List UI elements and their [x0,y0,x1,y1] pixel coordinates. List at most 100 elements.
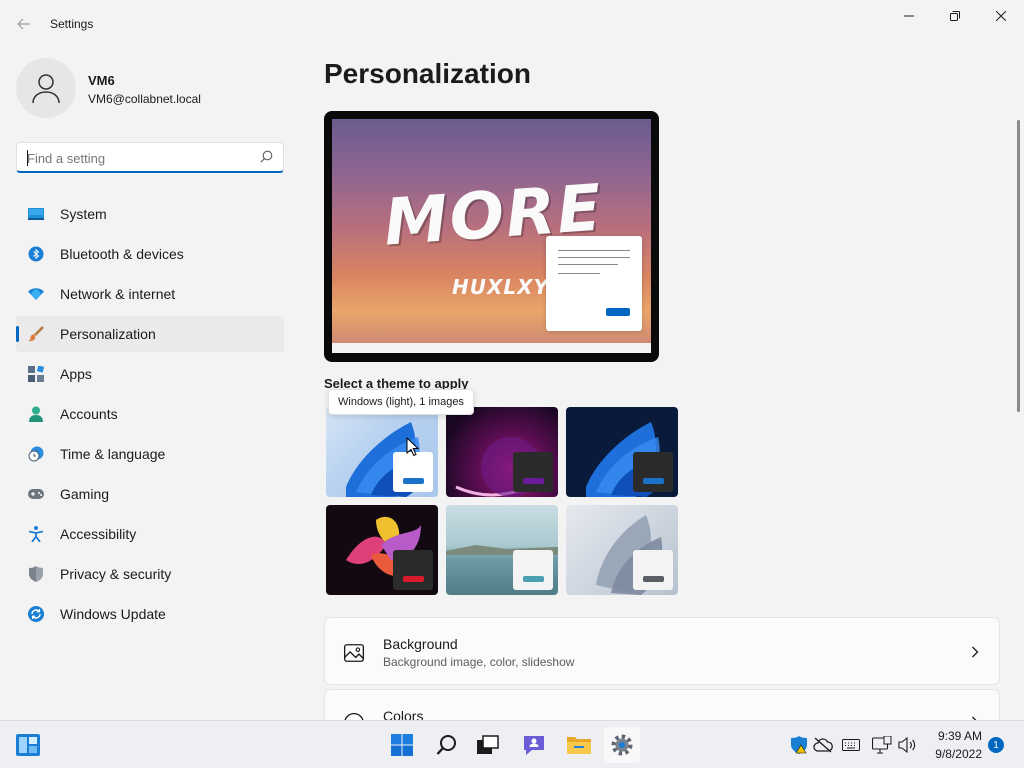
brush-icon [28,326,44,342]
theme-swatch [393,550,433,590]
clock-globe-icon [28,446,44,462]
app-title: Settings [50,17,94,31]
keyboard-tray-icon[interactable] [841,735,861,755]
sidebar-item-time-language[interactable]: Time & language [16,436,284,472]
start-button[interactable] [384,727,420,763]
preview-accent-button [606,308,630,316]
sidebar-item-accounts[interactable]: Accounts [16,396,284,432]
display-icon [872,736,892,754]
close-icon [996,11,1006,21]
network-tray-icon[interactable] [813,735,833,755]
bluetooth-icon [28,246,44,262]
sidebar-item-label: Apps [60,366,92,382]
clock-time[interactable]: 9:39 AM [920,729,982,743]
sidebar-item-label: Network & internet [60,286,176,302]
background-setting-card[interactable]: Background Background image, color, slid… [324,617,1000,685]
windows-logo-icon [391,734,413,756]
monitor-icon [28,206,44,222]
sidebar-item-label: Time & language [60,446,166,462]
chat-icon [524,736,544,755]
sidebar-item-personalization[interactable]: Personalization [16,316,284,352]
minimize-button[interactable] [886,0,932,32]
search-input[interactable] [27,149,253,167]
search-icon [436,735,456,755]
theme-tile-glow[interactable] [446,407,558,497]
widgets-icon [16,734,40,756]
scrollbar-thumb[interactable] [1017,120,1020,412]
security-tray-icon[interactable] [789,735,809,755]
sidebar-nav: System Bluetooth & devices Network & int… [16,196,284,636]
search-taskbar-button[interactable] [429,727,465,763]
apps-icon [28,366,44,382]
palette-icon [344,712,364,720]
preview-window-mock [546,236,642,331]
sidebar-item-label: System [60,206,107,222]
sidebar-item-label: Windows Update [60,606,166,622]
sidebar-item-label: Accounts [60,406,118,422]
widgets-button[interactable] [10,727,46,763]
card-title: Colors [383,708,424,720]
settings-taskbar-button[interactable] [604,727,640,763]
theme-tile-captured-motion[interactable] [326,505,438,595]
minimize-icon [904,15,914,17]
back-button[interactable] [12,10,36,38]
search-icon [260,150,273,163]
wallpaper-text-small: HUXLXY [452,275,550,299]
theme-tooltip: Windows (light), 1 images [328,389,474,415]
taskbar: 9:39 AM 9/8/2022 1 [0,720,1024,768]
sidebar-item-label: Bluetooth & devices [60,246,184,262]
update-icon [28,606,44,622]
theme-tile-windows-dark[interactable] [566,407,678,497]
theme-swatch [633,550,673,590]
gamepad-icon [28,486,44,502]
keyboard-icon [842,739,860,751]
sidebar-item-network[interactable]: Network & internet [16,276,284,312]
sidebar-item-label: Accessibility [60,526,137,542]
volume-icon [898,737,916,753]
sidebar-item-privacy[interactable]: Privacy & security [16,556,284,592]
sidebar-item-label: Gaming [60,486,110,502]
theme-swatch [633,452,673,492]
accessibility-icon [28,526,44,542]
close-button[interactable] [978,0,1024,32]
theme-grid [326,407,680,597]
clock-date[interactable]: 9/8/2022 [920,747,982,761]
person-icon [28,406,44,422]
theme-tile-flow[interactable] [566,505,678,595]
sidebar-item-bluetooth[interactable]: Bluetooth & devices [16,236,284,272]
theme-tile-sunrise[interactable] [446,505,558,595]
sidebar-item-apps[interactable]: Apps [16,356,284,392]
task-view-button[interactable] [470,727,506,763]
wifi-icon [28,286,44,302]
card-subtitle: Background image, color, slideshow [383,655,575,669]
user-name: VM6 [88,73,115,88]
card-title: Background [383,636,458,652]
search-box[interactable] [16,142,284,173]
text-caret [27,150,28,166]
theme-swatch [393,452,433,492]
file-explorer-button[interactable] [561,727,597,763]
cloud-offline-icon [813,737,833,753]
restore-button[interactable] [932,0,978,32]
display-tray-icon[interactable] [872,735,892,755]
task-view-icon [477,735,499,754]
sidebar-item-accessibility[interactable]: Accessibility [16,516,284,552]
sidebar-item-system[interactable]: System [16,196,284,232]
sidebar-item-gaming[interactable]: Gaming [16,476,284,512]
sidebar-item-label: Personalization [60,326,156,342]
title-bar: Settings [0,0,1024,48]
page-title: Personalization [324,58,531,89]
chevron-right-icon [972,646,979,658]
theme-swatch [513,452,553,492]
notification-badge[interactable]: 1 [988,737,1004,753]
chat-button[interactable] [516,727,552,763]
theme-tile-windows-light[interactable] [326,407,438,497]
mouse-cursor-icon [406,437,419,457]
volume-tray-icon[interactable] [897,735,917,755]
shield-icon [28,566,44,582]
sidebar-item-windows-update[interactable]: Windows Update [16,596,284,632]
shield-warning-icon [791,736,807,754]
arrow-left-icon [17,18,30,30]
colors-setting-card[interactable]: Colors [324,689,1000,720]
avatar[interactable] [16,58,76,118]
